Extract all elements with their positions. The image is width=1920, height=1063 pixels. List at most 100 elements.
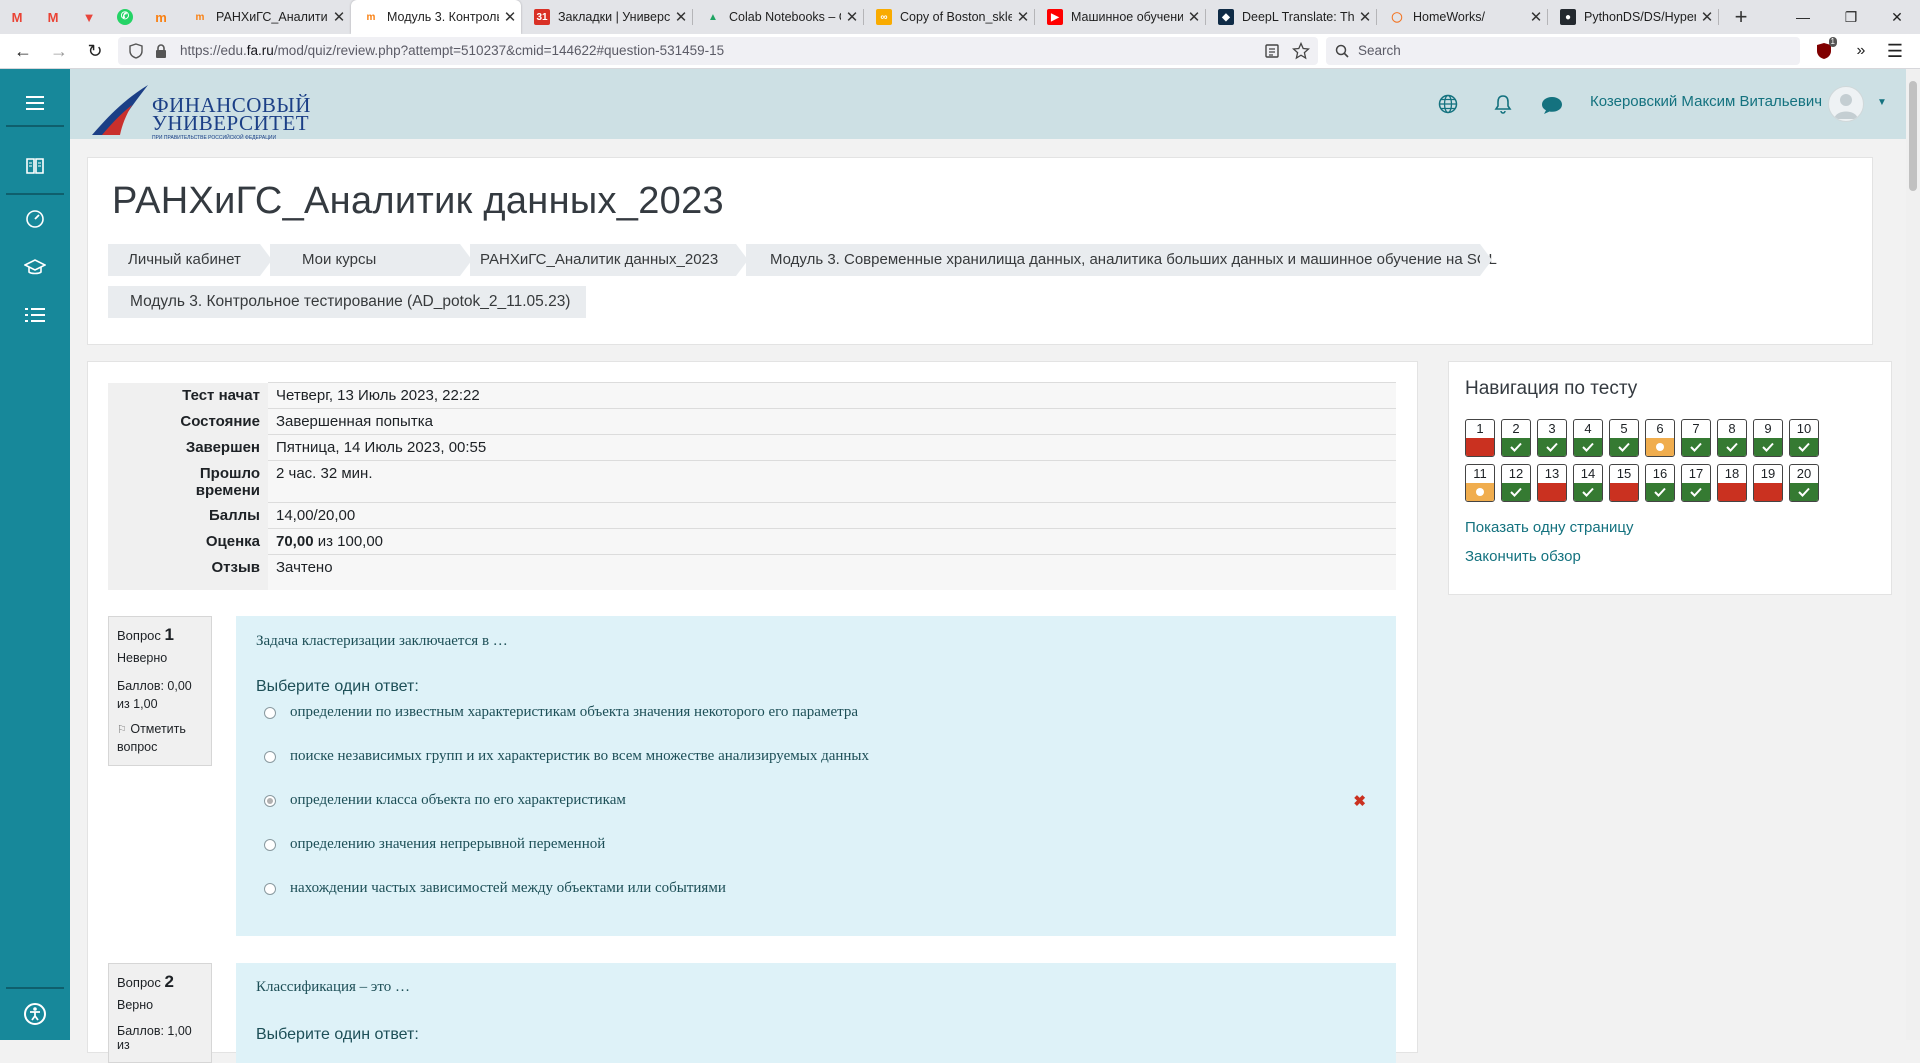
finish-review-link[interactable]: Закончить обзор [1465, 548, 1581, 565]
answer-option[interactable]: определении класса объекта по его характ… [264, 792, 626, 809]
browser-tab[interactable]: ▶ Машинное обучение ✕ [1035, 0, 1205, 34]
search-placeholder: Search [1358, 43, 1401, 58]
quiz-nav-button[interactable]: 20 [1789, 464, 1819, 502]
flag-question-button[interactable]: ⚐ Отметить вопрос [117, 721, 203, 756]
answer-radio[interactable] [264, 750, 276, 763]
user-menu-caret-icon[interactable]: ▼ [1877, 97, 1887, 108]
answer-option[interactable]: нахождении частых зависимостей между объ… [264, 880, 726, 897]
quiz-nav-button[interactable]: 4 [1573, 419, 1603, 457]
breadcrumb-item-my-courses[interactable]: Мои курсы [270, 244, 472, 276]
restore-button[interactable]: ❐ [1828, 0, 1874, 34]
check-icon [1574, 438, 1602, 456]
breadcrumb-item-dashboard[interactable]: Личный кабинет [108, 244, 272, 276]
drawer-item-list[interactable] [0, 295, 70, 335]
quiz-nav-button[interactable]: 10 [1789, 419, 1819, 457]
close-tab-icon[interactable]: ✕ [1696, 8, 1718, 26]
drawer-item-course[interactable] [0, 146, 70, 186]
drawer-item-my-courses[interactable] [0, 247, 70, 287]
quiz-nav-button[interactable]: 8 [1717, 419, 1747, 457]
avatar[interactable] [1828, 86, 1864, 122]
pinned-tab-mail[interactable]: ▼ [72, 0, 106, 34]
breadcrumb-item-quiz[interactable]: Модуль 3. Контрольное тестирование (AD_p… [108, 286, 586, 318]
page-scrollbar-thumb[interactable] [1909, 81, 1917, 191]
reader-view-icon[interactable] [1264, 43, 1280, 59]
answer-radio[interactable] [264, 882, 276, 895]
messages-chat-icon[interactable] [1540, 95, 1564, 115]
browser-tab[interactable]: m РАНХиГС_Аналитик данных_2023✕ [180, 0, 350, 34]
quiz-nav-button[interactable]: 13 [1537, 464, 1567, 502]
question-label: Вопрос [117, 628, 161, 643]
quiz-nav-button[interactable]: 11 [1465, 464, 1495, 502]
address-bar[interactable]: https://edu.fa.ru/mod/quiz/review.php?at… [118, 37, 1318, 65]
page-scrollbar[interactable] [1906, 69, 1920, 1040]
close-tab-icon[interactable]: ✕ [670, 8, 692, 26]
back-button[interactable]: ← [8, 34, 38, 68]
notifications-bell-icon[interactable] [1494, 94, 1512, 114]
drawer-separator [6, 125, 64, 127]
university-logo[interactable]: ФИНАНСОВЫЙ УНИВЕРСИТЕТ ПРИ ПРАВИТЕЛЬСТВЕ… [88, 77, 310, 141]
moodle-icon: m [155, 9, 167, 25]
check-icon [1610, 438, 1638, 456]
answer-radio[interactable] [264, 838, 276, 851]
new-tab-button[interactable]: + [1726, 0, 1756, 34]
answer-radio[interactable] [264, 706, 276, 719]
browser-tab-title: Закладки | Университет [558, 10, 670, 24]
browser-tab[interactable]: ∞ Copy of Boston_sklearn✕ [864, 0, 1034, 34]
browser-tab[interactable]: ● PythonDS/DS/HyperTuning✕ [1548, 0, 1718, 34]
app-menu-button[interactable]: ☰ [1880, 34, 1910, 68]
pinned-tab-gmail-2[interactable]: M [36, 0, 70, 34]
quiz-nav-button[interactable]: 17 [1681, 464, 1711, 502]
check-icon [1754, 438, 1782, 456]
forward-button[interactable]: → [44, 34, 74, 68]
close-tab-icon[interactable]: ✕ [1012, 8, 1034, 26]
close-tab-icon[interactable]: ✕ [1183, 8, 1205, 26]
quiz-nav-button[interactable]: 2 [1501, 419, 1531, 457]
browser-tab[interactable]: m Модуль 3. Контрольное тестирование✕ [351, 0, 521, 34]
close-window-button[interactable]: ✕ [1874, 0, 1920, 34]
quiz-nav-button[interactable]: 6 [1645, 419, 1675, 457]
accessibility-button[interactable] [22, 1001, 48, 1027]
browser-tab-title: Colab Notebooks – Google Drive [729, 10, 841, 24]
quiz-nav-button[interactable]: 3 [1537, 419, 1567, 457]
quiz-nav-button[interactable]: 12 [1501, 464, 1531, 502]
browser-tab[interactable]: ◯ HomeWorks/ ✕ [1377, 0, 1547, 34]
browser-tab[interactable]: ▲ Colab Notebooks – Google Drive✕ [693, 0, 863, 34]
close-tab-icon[interactable]: ✕ [328, 8, 350, 26]
answer-option[interactable]: поиске независимых групп и их характерис… [264, 748, 869, 765]
bookmark-star-icon[interactable] [1292, 42, 1310, 60]
quiz-nav-button[interactable]: 15 [1609, 464, 1639, 502]
browser-tab[interactable]: 31 Закладки | Университет✕ [522, 0, 692, 34]
answer-radio[interactable] [264, 794, 276, 807]
quiz-nav-button[interactable]: 7 [1681, 419, 1711, 457]
breadcrumb-item-course[interactable]: РАНХиГС_Аналитик данных_2023 [470, 244, 748, 276]
quiz-nav-button[interactable]: 19 [1753, 464, 1783, 502]
pinned-tab-moodle[interactable]: m [144, 0, 178, 34]
quiz-nav-button[interactable]: 14 [1573, 464, 1603, 502]
close-tab-icon[interactable]: ✕ [499, 8, 521, 26]
answer-option[interactable]: определении по известным характеристикам… [264, 704, 858, 721]
drawer-toggle-button[interactable] [0, 83, 70, 123]
ublock-extension-button[interactable]: 1 [1814, 37, 1837, 61]
close-tab-icon[interactable]: ✕ [1354, 8, 1376, 26]
flag-icon: ⚐ [117, 724, 127, 736]
minimize-button[interactable]: — [1780, 0, 1826, 34]
quiz-nav-button[interactable]: 18 [1717, 464, 1747, 502]
user-name[interactable]: Козеровский Максим Витальевич [1590, 93, 1822, 110]
browser-tab[interactable]: ◆ DeepL Translate: The world✕ [1206, 0, 1376, 34]
close-tab-icon[interactable]: ✕ [1525, 8, 1547, 26]
language-globe-icon[interactable] [1438, 94, 1458, 114]
quiz-nav-button[interactable]: 9 [1753, 419, 1783, 457]
show-one-page-link[interactable]: Показать одну страницу [1465, 519, 1633, 536]
close-tab-icon[interactable]: ✕ [841, 8, 863, 26]
pinned-tab-gmail[interactable]: M [0, 0, 34, 34]
search-bar[interactable]: Search [1326, 37, 1800, 65]
answer-option[interactable]: определению значения непрерывной перемен… [264, 836, 605, 853]
quiz-nav-button[interactable]: 1 [1465, 419, 1495, 457]
breadcrumb-item-module[interactable]: Модуль 3. Современные хранилища данных, … [746, 244, 1497, 276]
overflow-button[interactable]: » [1846, 34, 1876, 68]
pinned-tab-whatsapp[interactable]: ✆ [108, 0, 142, 34]
quiz-nav-button[interactable]: 5 [1609, 419, 1639, 457]
drawer-item-dashboard[interactable] [0, 199, 70, 239]
quiz-nav-button[interactable]: 16 [1645, 464, 1675, 502]
reload-button[interactable]: ↻ [80, 34, 110, 68]
